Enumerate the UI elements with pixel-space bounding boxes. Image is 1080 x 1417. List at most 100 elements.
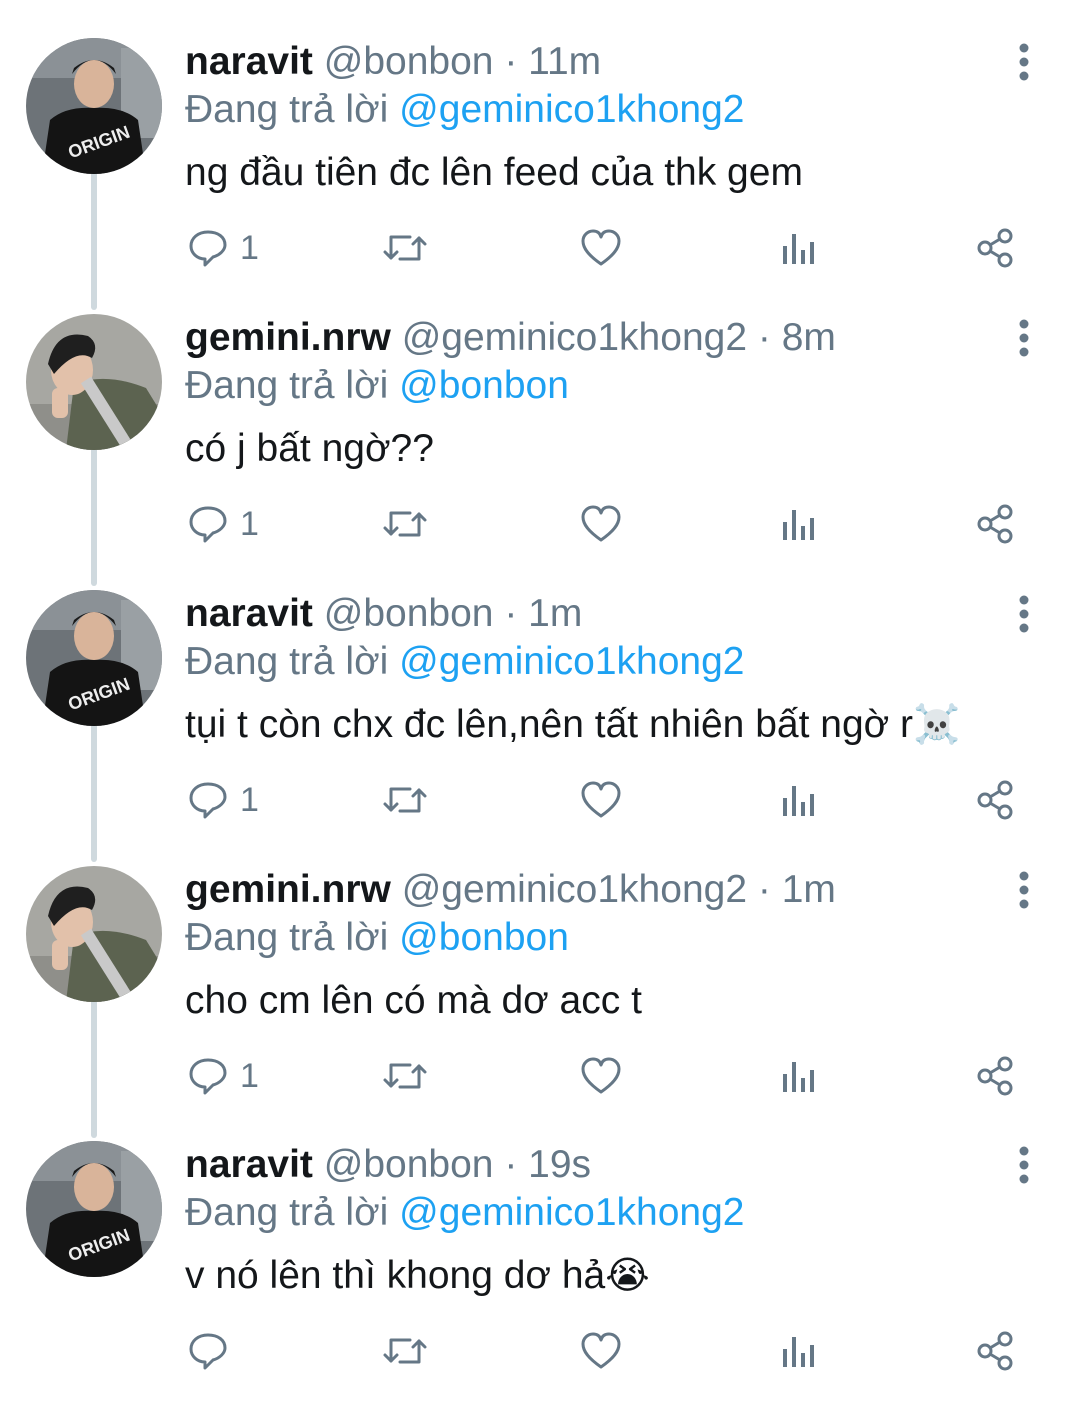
replying-to-label: Đang trả lời: [185, 1191, 389, 1234]
timestamp[interactable]: 11m: [528, 40, 601, 83]
like-icon: [581, 1332, 621, 1369]
replying-to-handle[interactable]: @bonbon: [399, 364, 569, 407]
tweet[interactable]: ORIGIN naravit @bonbon · 11m Đang trả lờ…: [0, 38, 1080, 314]
tweet-text-content: cho cm lên có mà dơ acc t: [185, 979, 642, 1022]
separator-dot: ·: [757, 868, 771, 911]
avatar-naravit-image: ORIGIN: [26, 1141, 162, 1277]
user-handle[interactable]: @geminico1khong2: [402, 316, 747, 359]
display-name[interactable]: naravit: [185, 40, 313, 83]
tweet-actions: [0, 1326, 1080, 1376]
like-button[interactable]: [580, 499, 622, 549]
display-name[interactable]: gemini.nrw: [185, 316, 391, 359]
replying-to-handle[interactable]: @geminico1khong2: [399, 1191, 744, 1234]
tweet-emoji: 😭: [605, 1253, 650, 1297]
analytics-button[interactable]: [778, 223, 818, 273]
analytics-button[interactable]: [778, 499, 818, 549]
retweet-icon: [383, 1338, 427, 1364]
timestamp[interactable]: 1m: [528, 592, 582, 635]
replying-to-label: Đang trả lời: [185, 88, 389, 131]
user-handle[interactable]: @bonbon: [324, 40, 494, 83]
timestamp[interactable]: 1m: [782, 868, 836, 911]
like-button[interactable]: [580, 775, 622, 825]
reply-button[interactable]: 1: [188, 223, 259, 273]
share-button[interactable]: [974, 1326, 1016, 1376]
more-options-button[interactable]: [1006, 1143, 1042, 1187]
more-vertical-icon: [1019, 319, 1029, 357]
separator-dot: ·: [504, 40, 518, 83]
replying-to-handle[interactable]: @geminico1khong2: [399, 88, 744, 131]
reply-button[interactable]: 1: [188, 499, 259, 549]
more-vertical-icon: [1019, 1146, 1029, 1184]
analytics-icon: [783, 1337, 814, 1367]
replying-to-label: Đang trả lời: [185, 364, 389, 407]
analytics-button[interactable]: [778, 775, 818, 825]
timestamp[interactable]: 19s: [528, 1143, 591, 1186]
user-handle[interactable]: @geminico1khong2: [402, 868, 747, 911]
retweet-button[interactable]: [382, 1051, 428, 1101]
reply-button[interactable]: [188, 1326, 240, 1376]
tweet-actions: 1: [0, 1051, 1080, 1101]
tweet-text-content: tụi t còn chx đc lên,nên tất nhiên bất n…: [185, 703, 914, 746]
tweet-actions: 1: [0, 775, 1080, 825]
reply-button[interactable]: 1: [188, 775, 259, 825]
more-options-button[interactable]: [1006, 40, 1042, 84]
avatar-gemini-image: [26, 314, 162, 450]
tweet-text: ng đầu tiên đc lên feed của thk gem: [185, 148, 803, 196]
retweet-button[interactable]: [382, 223, 428, 273]
reply-count: 1: [240, 504, 259, 543]
share-button[interactable]: [974, 223, 1016, 273]
avatar-gemini-image: [26, 866, 162, 1002]
avatar-naravit-image: ORIGIN: [26, 590, 162, 726]
share-button[interactable]: [974, 1051, 1016, 1101]
like-button[interactable]: [580, 223, 622, 273]
display-name[interactable]: gemini.nrw: [185, 868, 391, 911]
replying-to-handle[interactable]: @geminico1khong2: [399, 640, 744, 683]
retweet-button[interactable]: [382, 775, 428, 825]
tweet[interactable]: ORIGIN naravit @bonbon · 1m Đang trả lời…: [0, 590, 1080, 866]
timestamp[interactable]: 8m: [782, 316, 836, 359]
tweet-text: cho cm lên có mà dơ acc t: [185, 976, 642, 1024]
more-options-button[interactable]: [1006, 868, 1042, 912]
share-icon: [977, 780, 1013, 820]
tweet[interactable]: gemini.nrw @geminico1khong2 · 8m Đang tr…: [0, 314, 1080, 590]
tweet-header: gemini.nrw @geminico1khong2 · 8m: [185, 314, 836, 362]
reply-icon: [189, 1333, 227, 1370]
avatar-naravit-image: ORIGIN: [26, 38, 162, 174]
tweet-header: gemini.nrw @geminico1khong2 · 1m: [185, 866, 836, 914]
more-options-button[interactable]: [1006, 592, 1042, 636]
display-name[interactable]: naravit: [185, 1143, 313, 1186]
retweet-button[interactable]: [382, 1326, 428, 1376]
share-icon: [977, 1056, 1013, 1096]
share-button[interactable]: [974, 775, 1016, 825]
user-handle[interactable]: @bonbon: [324, 592, 494, 635]
tweet-header: naravit @bonbon · 19s: [185, 1141, 591, 1189]
share-button[interactable]: [974, 499, 1016, 549]
replying-to: Đang trả lời @geminico1khong2: [185, 1189, 744, 1237]
replying-to-handle[interactable]: @bonbon: [399, 916, 569, 959]
tweet[interactable]: ORIGIN naravit @bonbon · 19s Đang trả lờ…: [0, 1141, 1080, 1417]
retweet-icon: [383, 787, 427, 813]
retweet-button[interactable]: [382, 499, 428, 549]
like-button[interactable]: [580, 1326, 622, 1376]
retweet-icon: [383, 1063, 427, 1089]
avatar[interactable]: [26, 314, 162, 450]
avatar[interactable]: ORIGIN: [26, 1141, 162, 1277]
avatar[interactable]: ORIGIN: [26, 590, 162, 726]
tweet[interactable]: gemini.nrw @geminico1khong2 · 1m Đang tr…: [0, 866, 1080, 1142]
more-options-button[interactable]: [1006, 316, 1042, 360]
replying-to: Đang trả lời @bonbon: [185, 362, 569, 410]
analytics-button[interactable]: [778, 1051, 818, 1101]
tweet-text-content: ng đầu tiên đc lên feed của thk gem: [185, 151, 803, 194]
reply-icon: [189, 230, 227, 267]
avatar[interactable]: ORIGIN: [26, 38, 162, 174]
tweet-header: naravit @bonbon · 11m: [185, 38, 601, 86]
like-icon: [581, 781, 621, 818]
user-handle[interactable]: @bonbon: [324, 1143, 494, 1186]
avatar[interactable]: [26, 866, 162, 1002]
like-button[interactable]: [580, 1051, 622, 1101]
share-icon: [977, 228, 1013, 268]
reply-button[interactable]: 1: [188, 1051, 259, 1101]
display-name[interactable]: naravit: [185, 592, 313, 635]
analytics-icon: [783, 786, 814, 816]
analytics-button[interactable]: [778, 1326, 818, 1376]
